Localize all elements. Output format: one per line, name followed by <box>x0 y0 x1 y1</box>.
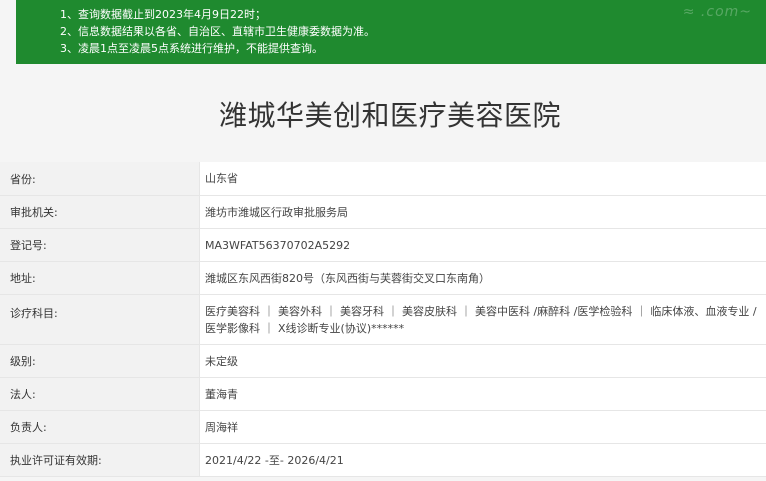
legal-person-label: 法人: <box>0 378 200 410</box>
legal-person-value: 董海青 <box>205 387 238 401</box>
person-in-charge-label: 负责人: <box>0 411 200 443</box>
row-address: 地址: 潍城区东风西街820号（东风西街与芙蓉街交叉口东南角） <box>0 262 766 295</box>
person-in-charge-value: 周海祥 <box>205 420 238 434</box>
license-validity-label: 执业许可证有效期: <box>0 444 200 476</box>
row-reg-no: 登记号: MA3WFAT56370702A5292 <box>0 229 766 262</box>
row-license-validity: 执业许可证有效期: 2021/4/22 -至- 2026/4/21 <box>0 444 766 477</box>
details-table: 省份: 山东省 审批机关: 潍坊市潍城区行政审批服务局 登记号: MA3WFAT… <box>0 162 766 477</box>
authority-value: 潍坊市潍城区行政审批服务局 <box>205 205 348 219</box>
notice-line-3: 3、凌晨1点至凌晨5点系统进行维护，不能提供查询。 <box>60 42 323 55</box>
notice-line-1: 1、查询数据截止到2023年4月9日22时； <box>60 8 266 21</box>
license-validity-value: 2021/4/22 -至- 2026/4/21 <box>205 453 344 467</box>
province-value: 山东省 <box>205 172 238 185</box>
row-authority: 审批机关: 潍坊市潍城区行政审批服务局 <box>0 196 766 229</box>
row-person-in-charge: 负责人: 周海祥 <box>0 411 766 444</box>
page-title: 潍城华美创和医疗美容医院 <box>218 99 561 132</box>
authority-label: 审批机关: <box>0 196 200 228</box>
title-area: 潍城华美创和医疗美容医院 <box>0 64 766 162</box>
row-legal-person: 法人: 董海青 <box>0 378 766 411</box>
province-label: 省份: <box>0 162 200 195</box>
row-level: 级别: 未定级 <box>0 345 766 378</box>
watermark-logo: ≈ .com~ <box>682 4 752 20</box>
row-province: 省份: 山东省 <box>0 162 766 196</box>
notice-line-2: 2、信息数据结果以各省、自治区、直辖市卫生健康委数据为准。 <box>60 25 375 38</box>
level-value: 未定级 <box>205 354 238 368</box>
reg-no-label: 登记号: <box>0 229 200 261</box>
subjects-value: 医疗美容科 ｜ 美容外科 ｜ 美容牙科 ｜ 美容皮肤科 ｜ 美容中医科 /麻醉科… <box>205 305 757 335</box>
reg-no-value: MA3WFAT56370702A5292 <box>205 238 351 252</box>
address-label: 地址: <box>0 262 200 294</box>
row-subjects: 诊疗科目: 医疗美容科 ｜ 美容外科 ｜ 美容牙科 ｜ 美容皮肤科 ｜ 美容中医… <box>0 295 766 345</box>
address-value: 潍城区东风西街820号（东风西街与芙蓉街交叉口东南角） <box>205 271 490 285</box>
subjects-label: 诊疗科目: <box>0 295 200 344</box>
level-label: 级别: <box>0 345 200 377</box>
notice-banner: 1、查询数据截止到2023年4月9日22时； 2、信息数据结果以各省、自治区、直… <box>16 0 766 64</box>
